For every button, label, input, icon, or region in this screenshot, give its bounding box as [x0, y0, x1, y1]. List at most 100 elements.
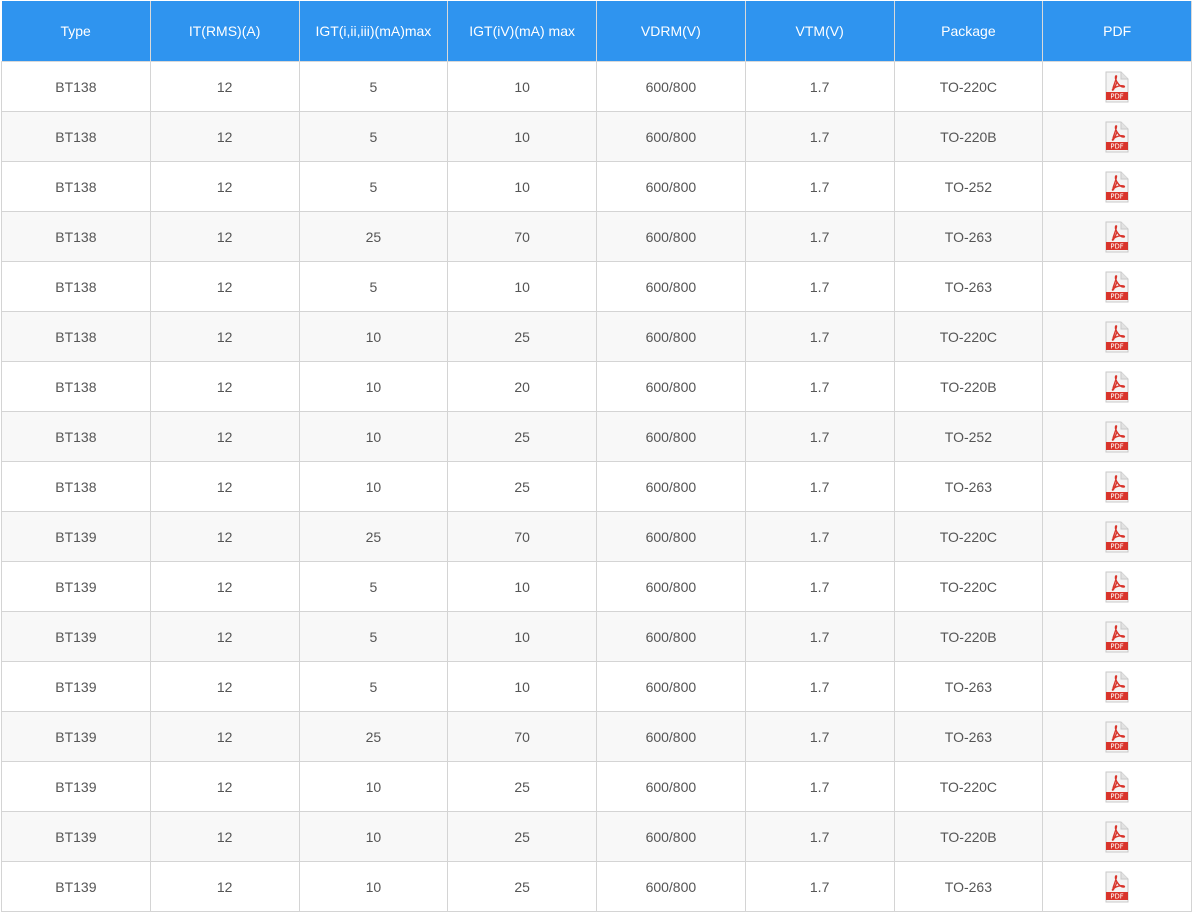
pdf-icon[interactable]: PDF — [1104, 771, 1130, 803]
table-header: Type IT(RMS)(A) IGT(i,ii,iii)(mA)max IGT… — [1, 1, 1192, 62]
pdf-download-link[interactable]: PDF — [1104, 71, 1130, 103]
cell-type: BT138 — [1, 461, 151, 512]
cell-vtm: 1.7 — [744, 561, 895, 612]
cell-it-rms: 12 — [149, 661, 300, 712]
cell-package: TO-220B — [893, 111, 1044, 162]
pdf-icon-label: PDF — [1111, 442, 1124, 450]
pdf-download-link[interactable]: PDF — [1104, 221, 1130, 253]
cell-igt-i-ii-iii: 25 — [298, 711, 449, 762]
cell-it-rms: 12 — [149, 461, 300, 512]
table-body: BT138 12 5 10 600/800 1.7 TO-220C PDF BT… — [1, 61, 1192, 912]
pdf-download-link[interactable]: PDF — [1104, 621, 1130, 653]
cell-it-rms: 12 — [149, 211, 300, 262]
cell-vtm: 1.7 — [744, 361, 895, 412]
pdf-download-link[interactable]: PDF — [1104, 271, 1130, 303]
cell-vdrm: 600/800 — [596, 61, 746, 112]
cell-pdf: PDF — [1042, 411, 1192, 462]
pdf-icon[interactable]: PDF — [1104, 371, 1130, 403]
pdf-download-link[interactable]: PDF — [1104, 771, 1130, 803]
cell-type: BT138 — [1, 411, 151, 462]
cell-vtm: 1.7 — [744, 111, 895, 162]
pdf-icon[interactable]: PDF — [1104, 271, 1130, 303]
pdf-icon[interactable]: PDF — [1104, 721, 1130, 753]
cell-package: TO-220C — [893, 761, 1044, 812]
table-row: BT139 12 5 10 600/800 1.7 TO-263 PDF — [1, 661, 1192, 712]
pdf-download-link[interactable]: PDF — [1104, 871, 1130, 903]
cell-pdf: PDF — [1042, 611, 1192, 662]
cell-it-rms: 12 — [149, 711, 300, 762]
cell-it-rms: 12 — [149, 261, 300, 312]
pdf-icon[interactable]: PDF — [1104, 571, 1130, 603]
table-row: BT138 12 10 20 600/800 1.7 TO-220B PDF — [1, 361, 1192, 412]
pdf-icon[interactable]: PDF — [1104, 71, 1130, 103]
pdf-download-link[interactable]: PDF — [1104, 821, 1130, 853]
cell-igt-i-ii-iii: 10 — [298, 761, 449, 812]
pdf-icon-label: PDF — [1111, 342, 1124, 350]
pdf-icon-label: PDF — [1111, 842, 1124, 850]
cell-pdf: PDF — [1042, 161, 1192, 212]
pdf-icon-label: PDF — [1111, 192, 1124, 200]
product-table: Type IT(RMS)(A) IGT(i,ii,iii)(mA)max IGT… — [1, 1, 1192, 912]
cell-pdf: PDF — [1042, 561, 1192, 612]
cell-igt-iv: 25 — [447, 311, 597, 362]
cell-igt-iv: 20 — [447, 361, 597, 412]
cell-type: BT138 — [1, 211, 151, 262]
cell-pdf: PDF — [1042, 361, 1192, 412]
pdf-icon[interactable]: PDF — [1104, 171, 1130, 203]
header-vtm: VTM(V) — [744, 1, 895, 62]
cell-vtm: 1.7 — [744, 811, 895, 862]
pdf-download-link[interactable]: PDF — [1104, 371, 1130, 403]
cell-igt-iv: 25 — [447, 811, 597, 862]
cell-type: BT138 — [1, 361, 151, 412]
cell-package: TO-263 — [893, 661, 1044, 712]
table-row: BT139 12 5 10 600/800 1.7 TO-220B PDF — [1, 611, 1192, 662]
pdf-icon[interactable]: PDF — [1104, 421, 1130, 453]
pdf-icon-label: PDF — [1111, 92, 1124, 100]
cell-vtm: 1.7 — [744, 461, 895, 512]
cell-pdf: PDF — [1042, 811, 1192, 862]
cell-igt-iv: 70 — [447, 511, 597, 562]
pdf-icon[interactable]: PDF — [1104, 321, 1130, 353]
pdf-download-link[interactable]: PDF — [1104, 321, 1130, 353]
cell-igt-i-ii-iii: 10 — [298, 811, 449, 862]
pdf-icon[interactable]: PDF — [1104, 671, 1130, 703]
cell-package: TO-220C — [893, 311, 1044, 362]
cell-it-rms: 12 — [149, 411, 300, 462]
pdf-download-link[interactable]: PDF — [1104, 421, 1130, 453]
pdf-icon[interactable]: PDF — [1104, 621, 1130, 653]
pdf-icon[interactable]: PDF — [1104, 521, 1130, 553]
pdf-download-link[interactable]: PDF — [1104, 721, 1130, 753]
cell-igt-iv: 70 — [447, 211, 597, 262]
pdf-icon[interactable]: PDF — [1104, 221, 1130, 253]
pdf-download-link[interactable]: PDF — [1104, 571, 1130, 603]
cell-type: BT139 — [1, 511, 151, 562]
pdf-icon-label: PDF — [1111, 692, 1124, 700]
pdf-download-link[interactable]: PDF — [1104, 171, 1130, 203]
cell-igt-i-ii-iii: 5 — [298, 61, 449, 112]
cell-package: TO-220B — [893, 361, 1044, 412]
cell-igt-i-ii-iii: 25 — [298, 511, 449, 562]
pdf-download-link[interactable]: PDF — [1104, 121, 1130, 153]
cell-package: TO-263 — [893, 711, 1044, 762]
pdf-icon-label: PDF — [1111, 492, 1124, 500]
pdf-icon[interactable]: PDF — [1104, 821, 1130, 853]
pdf-download-link[interactable]: PDF — [1104, 521, 1130, 553]
cell-package: TO-220C — [893, 61, 1044, 112]
cell-vdrm: 600/800 — [596, 711, 746, 762]
pdf-download-link[interactable]: PDF — [1104, 471, 1130, 503]
cell-package: TO-220C — [893, 561, 1044, 612]
pdf-icon-label: PDF — [1111, 742, 1124, 750]
pdf-icon[interactable]: PDF — [1104, 121, 1130, 153]
cell-type: BT139 — [1, 761, 151, 812]
pdf-icon[interactable]: PDF — [1104, 471, 1130, 503]
table-row: BT138 12 5 10 600/800 1.7 TO-220C PDF — [1, 61, 1192, 112]
table-row: BT139 12 25 70 600/800 1.7 TO-263 PDF — [1, 711, 1192, 762]
cell-vtm: 1.7 — [744, 311, 895, 362]
cell-package: TO-220C — [893, 511, 1044, 562]
table-row: BT139 12 25 70 600/800 1.7 TO-220C PDF — [1, 511, 1192, 562]
pdf-icon-label: PDF — [1111, 292, 1124, 300]
pdf-icon[interactable]: PDF — [1104, 871, 1130, 903]
pdf-download-link[interactable]: PDF — [1104, 671, 1130, 703]
cell-vtm: 1.7 — [744, 511, 895, 562]
cell-igt-iv: 70 — [447, 711, 597, 762]
